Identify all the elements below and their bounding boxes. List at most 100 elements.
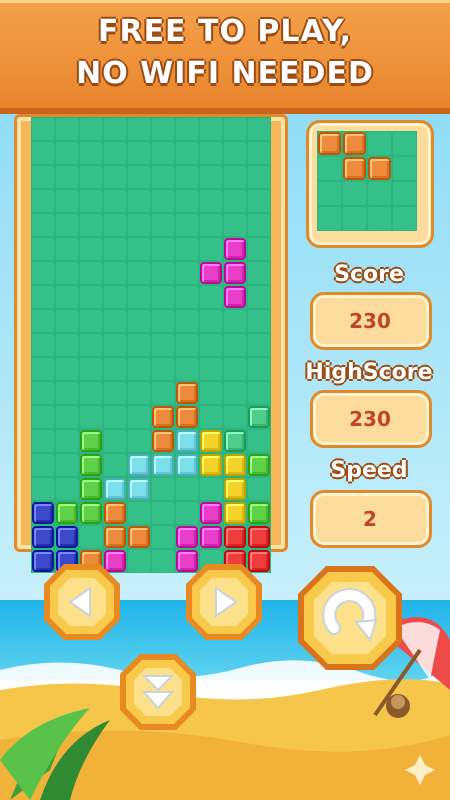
empty-cell	[224, 142, 246, 164]
empty-cell	[368, 207, 391, 230]
empty-cell	[176, 334, 198, 356]
empty-cell	[224, 118, 246, 140]
block-cell	[248, 502, 270, 524]
score-label: Score	[334, 262, 404, 287]
empty-cell	[56, 358, 78, 380]
speed-value: 2	[363, 507, 377, 531]
empty-cell	[56, 478, 78, 500]
empty-cell	[32, 190, 54, 212]
empty-cell	[248, 382, 270, 404]
empty-cell	[128, 430, 150, 452]
empty-cell	[152, 358, 174, 380]
empty-cell	[176, 166, 198, 188]
empty-cell	[128, 262, 150, 284]
empty-cell	[248, 166, 270, 188]
empty-cell	[152, 478, 174, 500]
next-piece-grid	[317, 131, 417, 231]
block-cell	[248, 454, 270, 476]
empty-cell	[32, 310, 54, 332]
speed-panel: 2	[310, 490, 432, 548]
empty-cell	[32, 166, 54, 188]
empty-cell	[104, 166, 126, 188]
empty-cell	[200, 118, 222, 140]
block-cell	[176, 382, 198, 404]
empty-cell	[128, 406, 150, 428]
empty-cell	[104, 430, 126, 452]
empty-cell	[393, 207, 416, 230]
empty-cell	[200, 478, 222, 500]
empty-cell	[104, 382, 126, 404]
empty-cell	[128, 502, 150, 524]
empty-cell	[318, 182, 341, 205]
empty-cell	[368, 132, 391, 155]
empty-cell	[80, 166, 102, 188]
empty-cell	[32, 118, 54, 140]
empty-cell	[104, 406, 126, 428]
block-cell	[80, 502, 102, 524]
empty-cell	[128, 238, 150, 260]
block-cell	[224, 454, 246, 476]
empty-cell	[104, 310, 126, 332]
speed-label: Speed	[330, 458, 408, 483]
block-cell	[176, 406, 198, 428]
empty-cell	[128, 382, 150, 404]
banner-line-1: FREE TO PLAY,	[97, 14, 353, 49]
empty-cell	[128, 190, 150, 212]
highscore-panel: 230	[310, 390, 432, 448]
drop-down-button[interactable]	[118, 652, 198, 732]
empty-cell	[200, 142, 222, 164]
empty-cell	[56, 190, 78, 212]
banner-line-2: NO WIFI NEEDED	[76, 56, 374, 91]
empty-cell	[104, 214, 126, 236]
empty-cell	[80, 406, 102, 428]
empty-cell	[32, 214, 54, 236]
empty-cell	[104, 358, 126, 380]
empty-cell	[200, 358, 222, 380]
move-left-button[interactable]	[42, 562, 122, 642]
empty-cell	[224, 334, 246, 356]
empty-cell	[176, 310, 198, 332]
empty-cell	[152, 310, 174, 332]
empty-cell	[152, 142, 174, 164]
block-cell	[224, 502, 246, 524]
empty-cell	[80, 118, 102, 140]
empty-cell	[176, 238, 198, 260]
empty-cell	[152, 190, 174, 212]
block-cell	[248, 526, 270, 548]
empty-cell	[128, 286, 150, 308]
block-cell	[224, 238, 246, 260]
empty-cell	[152, 262, 174, 284]
empty-cell	[248, 214, 270, 236]
empty-cell	[56, 382, 78, 404]
move-right-button[interactable]	[184, 562, 264, 642]
empty-cell	[80, 262, 102, 284]
empty-cell	[200, 310, 222, 332]
empty-cell	[128, 166, 150, 188]
block-cell	[224, 262, 246, 284]
empty-cell	[200, 214, 222, 236]
empty-cell	[248, 358, 270, 380]
empty-cell	[176, 214, 198, 236]
empty-cell	[200, 334, 222, 356]
block-cell	[224, 286, 246, 308]
block-cell	[128, 454, 150, 476]
empty-cell	[176, 478, 198, 500]
empty-cell	[80, 142, 102, 164]
empty-cell	[128, 214, 150, 236]
empty-cell	[176, 142, 198, 164]
empty-cell	[224, 382, 246, 404]
empty-cell	[32, 478, 54, 500]
rotate-button[interactable]	[296, 564, 404, 672]
empty-cell	[128, 550, 150, 572]
empty-cell	[393, 132, 416, 155]
empty-cell	[393, 157, 416, 180]
empty-cell	[152, 334, 174, 356]
empty-cell	[104, 286, 126, 308]
block-cell	[104, 502, 126, 524]
empty-cell	[318, 157, 341, 180]
empty-cell	[248, 190, 270, 212]
empty-cell	[128, 118, 150, 140]
empty-cell	[152, 238, 174, 260]
block-cell	[200, 526, 222, 548]
empty-cell	[104, 454, 126, 476]
